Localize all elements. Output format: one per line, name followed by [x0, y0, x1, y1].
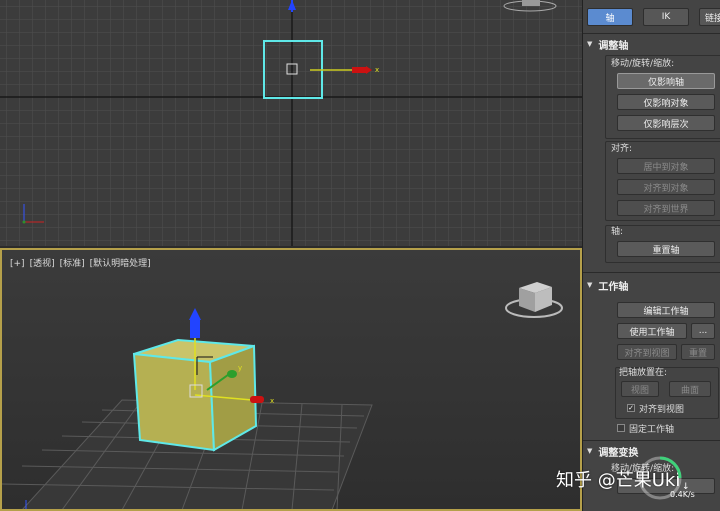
place-on-surface-button[interactable]: 曲面 [669, 381, 711, 397]
divider [583, 440, 720, 441]
use-working-pivot-button[interactable]: 使用工作轴 [617, 323, 687, 339]
rollout-title-label: 工作轴 [598, 281, 629, 293]
gizmo-x-handle [250, 396, 264, 403]
reset-working-pivot-button[interactable]: 重置 [681, 344, 715, 360]
gizmo-z-handle [190, 320, 200, 338]
3dsmax-window: x [+] [透视] [标准] [默认明暗处理] x y 轴 IK 链接 ▼ 调… [0, 0, 720, 511]
rollout-title-label: 调整轴 [598, 40, 629, 52]
group-label: 对齐: [611, 144, 633, 154]
perspective-scene: x y [2, 282, 563, 509]
top-viewport-grid: x [0, 0, 582, 246]
affect-pivot-only-button[interactable]: 仅影响轴 [617, 73, 715, 89]
hierarchy-tabs: 轴 IK 链接 [587, 8, 720, 26]
tab-ik[interactable]: IK [643, 8, 689, 26]
working-pivot-options-button[interactable]: ... [691, 323, 715, 339]
persp-x-axis-label: x [270, 397, 274, 405]
lock-working-pivot-checkbox[interactable] [617, 424, 625, 432]
top-viewport[interactable]: x [0, 0, 582, 246]
collapse-triangle-icon: ▼ [587, 40, 593, 48]
command-panel-hierarchy: 轴 IK 链接 ▼ 调整轴 移动/旋转/缩放: 仅影响轴 仅影响对象 仅影响层次… [582, 0, 720, 511]
place-on-view-button[interactable]: 视图 [621, 381, 659, 397]
tab-pivot[interactable]: 轴 [587, 8, 633, 26]
divider [583, 272, 720, 273]
rollout-adjust-pivot[interactable]: ▼ 调整轴 [587, 37, 720, 52]
gizmo-x-handle [352, 67, 366, 73]
collapse-triangle-icon: ▼ [587, 281, 593, 289]
perspective-viewport[interactable]: [+] [透视] [标准] [默认明暗处理] x y [0, 248, 582, 511]
persp-y-axis-label: y [238, 364, 242, 372]
align-to-object-button[interactable]: 对齐到对象 [617, 179, 715, 195]
tab-link-info[interactable]: 链接 [699, 8, 720, 26]
edit-working-pivot-button[interactable]: 编辑工作轴 [617, 302, 715, 318]
align-to-view-checkbox[interactable]: ✓ [627, 404, 635, 412]
collapse-triangle-icon: ▼ [587, 447, 593, 455]
center-to-object-button[interactable]: 居中到对象 [617, 158, 715, 174]
group-label: 移动/旋转/缩放: [611, 59, 675, 69]
affect-object-only-button[interactable]: 仅影响对象 [617, 94, 715, 110]
group-label: 轴: [611, 227, 624, 237]
group-label: 把轴放置在: [619, 368, 668, 378]
top-x-axis-label: x [375, 66, 379, 74]
lock-working-pivot-label: 固定工作轴 [629, 425, 675, 435]
reset-pivot-button[interactable]: 重置轴 [617, 241, 715, 257]
affect-hierarchy-only-button[interactable]: 仅影响层次 [617, 115, 715, 131]
align-to-world-button[interactable]: 对齐到世界 [617, 200, 715, 216]
rollout-working-pivot[interactable]: ▼ 工作轴 [587, 278, 720, 293]
divider [583, 33, 720, 34]
viewcube [522, 0, 540, 6]
network-speed-label: 0.4K/s [670, 490, 695, 499]
align-to-view-button[interactable]: 对齐到视图 [617, 344, 677, 360]
align-to-view-checkbox-label: 对齐到视图 [639, 405, 685, 415]
